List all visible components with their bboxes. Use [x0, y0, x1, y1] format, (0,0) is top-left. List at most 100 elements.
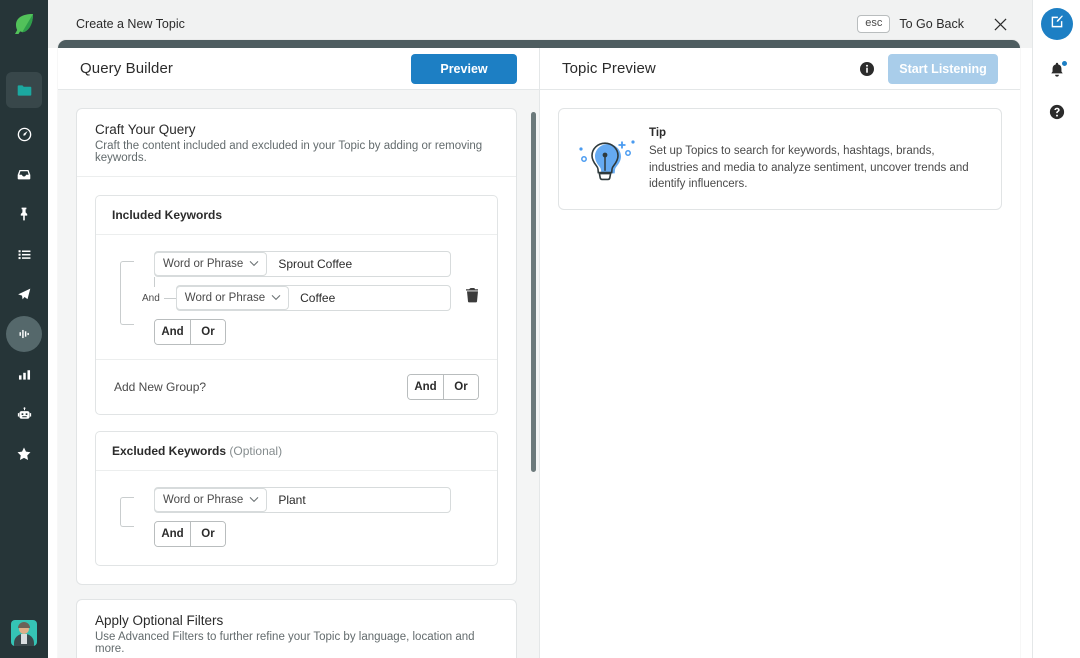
sprout-leaf-logo[interactable]	[0, 0, 48, 48]
excluded-logic-toggle-wrap: And Or	[154, 521, 481, 547]
sidebar-item-pin[interactable]	[6, 196, 42, 232]
inbox-icon	[15, 165, 33, 183]
excluded-keywords-card: Excluded Keywords (Optional) Word or Phr…	[95, 431, 498, 566]
app-root: Create a New Topic esc To Go Back Query …	[0, 0, 1080, 658]
bar-chart-icon	[16, 366, 33, 383]
compose-pencil-icon	[1049, 14, 1065, 35]
keyword-value: Sprout Coffee	[278, 257, 353, 271]
compose-button[interactable]	[1040, 8, 1073, 40]
query-builder-scroll-area[interactable]: Craft Your Query Craft the content inclu…	[58, 90, 539, 658]
topic-preview-header: Topic Preview Start Listening	[540, 48, 1020, 90]
modal-body: Query Builder Preview Craft Your Query C…	[58, 48, 1020, 658]
query-builder-pane: Query Builder Preview Craft Your Query C…	[58, 48, 540, 658]
tip-text: Tip Set up Topics to search for keywords…	[649, 125, 985, 193]
sidebar-item-analytics[interactable]	[6, 356, 42, 392]
connector-horizontal-line	[163, 297, 176, 299]
start-listening-button[interactable]: Start Listening	[888, 53, 998, 84]
included-or-button[interactable]: Or	[190, 320, 225, 344]
group-bracket	[120, 497, 134, 527]
apply-optional-filters-header: Apply Optional Filters Use Advanced Filt…	[77, 600, 516, 658]
go-back-label: To Go Back	[899, 17, 964, 31]
keyword-type-value: Word or Phrase	[184, 292, 266, 304]
tip-body: Set up Topics to search for keywords, ha…	[649, 145, 969, 191]
preview-button[interactable]: Preview	[411, 53, 517, 84]
help-question-icon	[1049, 104, 1065, 125]
sidebar-item-listening[interactable]	[6, 316, 42, 352]
sidebar-item-inbox[interactable]	[6, 156, 42, 192]
keyword-type-select[interactable]: Word or Phrase	[175, 286, 290, 310]
add-new-group-row: Add New Group? And Or	[96, 359, 497, 414]
sidebar-item-dashboard[interactable]	[6, 116, 42, 152]
excluded-keywords-title: Excluded Keywords	[112, 444, 227, 458]
add-new-group-label: Add New Group?	[114, 380, 207, 394]
included-keywords-header: Included Keywords	[96, 196, 497, 235]
avatar-hair	[18, 622, 30, 628]
group-bracket	[120, 261, 134, 325]
paper-plane-icon	[15, 285, 33, 303]
topic-preview-pane: Topic Preview Start Listening Tip Set up…	[540, 48, 1020, 658]
topic-preview-header-actions: Start Listening	[860, 53, 998, 84]
vertical-scrollbar-thumb[interactable]	[531, 112, 536, 472]
audio-waveform-icon	[15, 325, 33, 343]
keyword-row-operator: And	[142, 292, 160, 304]
included-keywords-card: Included Keywords Word or Phrase Sprout …	[95, 195, 498, 415]
keyword-row: Word or Phrase Sprout Coffee	[154, 251, 481, 277]
tip-card: Tip Set up Topics to search for keywords…	[558, 108, 1002, 211]
star-icon	[15, 445, 33, 463]
included-and-button[interactable]: And	[155, 320, 190, 344]
keyword-type-value: Word or Phrase	[163, 258, 244, 270]
query-builder-header: Query Builder Preview	[58, 48, 539, 90]
apply-optional-filters-subtitle: Use Advanced Filters to further refine y…	[95, 631, 475, 655]
info-circle-icon[interactable]	[860, 61, 874, 76]
query-builder-title: Query Builder	[80, 60, 174, 77]
trash-icon	[465, 288, 479, 308]
page-title: Create a New Topic	[76, 17, 185, 31]
sidebar-item-folder[interactable]	[6, 72, 42, 108]
topic-preview-title: Topic Preview	[562, 60, 656, 77]
excluded-and-button[interactable]: And	[155, 522, 190, 546]
add-group-and-button[interactable]: And	[408, 375, 443, 399]
notifications-button[interactable]	[1041, 56, 1073, 88]
dashboard-gauge-icon	[16, 126, 33, 143]
apply-optional-filters-card: Apply Optional Filters Use Advanced Filt…	[76, 599, 517, 658]
topic-preview-body: Tip Set up Topics to search for keywords…	[540, 90, 1020, 658]
keyword-row: Word or Phrase Plant	[154, 487, 481, 513]
add-group-logic-toggle: And Or	[407, 374, 479, 400]
left-rail-items	[6, 60, 42, 472]
topbar-actions: esc To Go Back	[857, 14, 1032, 34]
sidebar-item-send[interactable]	[6, 276, 42, 312]
chevron-down-icon	[249, 258, 259, 270]
keyword-type-value: Word or Phrase	[163, 494, 244, 506]
keyword-type-select[interactable]: Word or Phrase	[154, 252, 268, 276]
craft-your-query-body: Included Keywords Word or Phrase Sprout …	[77, 177, 516, 584]
robot-icon	[16, 406, 33, 423]
left-nav-rail	[0, 0, 48, 658]
keyword-field[interactable]: Word or Phrase Coffee	[175, 285, 451, 311]
craft-your-query-card: Craft Your Query Craft the content inclu…	[76, 108, 517, 585]
notification-badge-dot	[1060, 60, 1068, 67]
keyword-field[interactable]: Word or Phrase Plant	[154, 487, 451, 513]
list-icon	[16, 246, 33, 263]
delete-keyword-button[interactable]	[463, 288, 481, 308]
right-icon-rail	[1032, 0, 1080, 658]
add-group-or-button[interactable]: Or	[443, 375, 478, 399]
included-keywords-title: Included Keywords	[112, 208, 223, 222]
sidebar-item-list[interactable]	[6, 236, 42, 272]
chevron-down-icon	[271, 292, 281, 304]
user-avatar[interactable]	[11, 620, 37, 646]
included-logic-toggle-wrap: And Or	[154, 319, 481, 345]
sidebar-item-bots[interactable]	[6, 396, 42, 432]
excluded-logic-toggle: And Or	[154, 521, 226, 547]
excluded-or-button[interactable]: Or	[190, 522, 225, 546]
included-keywords-body: Word or Phrase Sprout Coffee And Word or…	[96, 235, 497, 359]
keyword-field[interactable]: Word or Phrase Sprout Coffee	[154, 251, 451, 277]
modal-top-strip	[58, 40, 1020, 48]
pin-icon	[16, 206, 32, 222]
craft-your-query-header: Craft Your Query Craft the content inclu…	[77, 109, 516, 177]
sidebar-item-favorites[interactable]	[6, 436, 42, 472]
keyword-type-select[interactable]: Word or Phrase	[154, 488, 268, 512]
close-icon[interactable]	[990, 14, 1010, 34]
keyword-value: Coffee	[300, 291, 336, 305]
lightbulb-icon	[569, 125, 643, 193]
help-button[interactable]	[1041, 98, 1073, 130]
